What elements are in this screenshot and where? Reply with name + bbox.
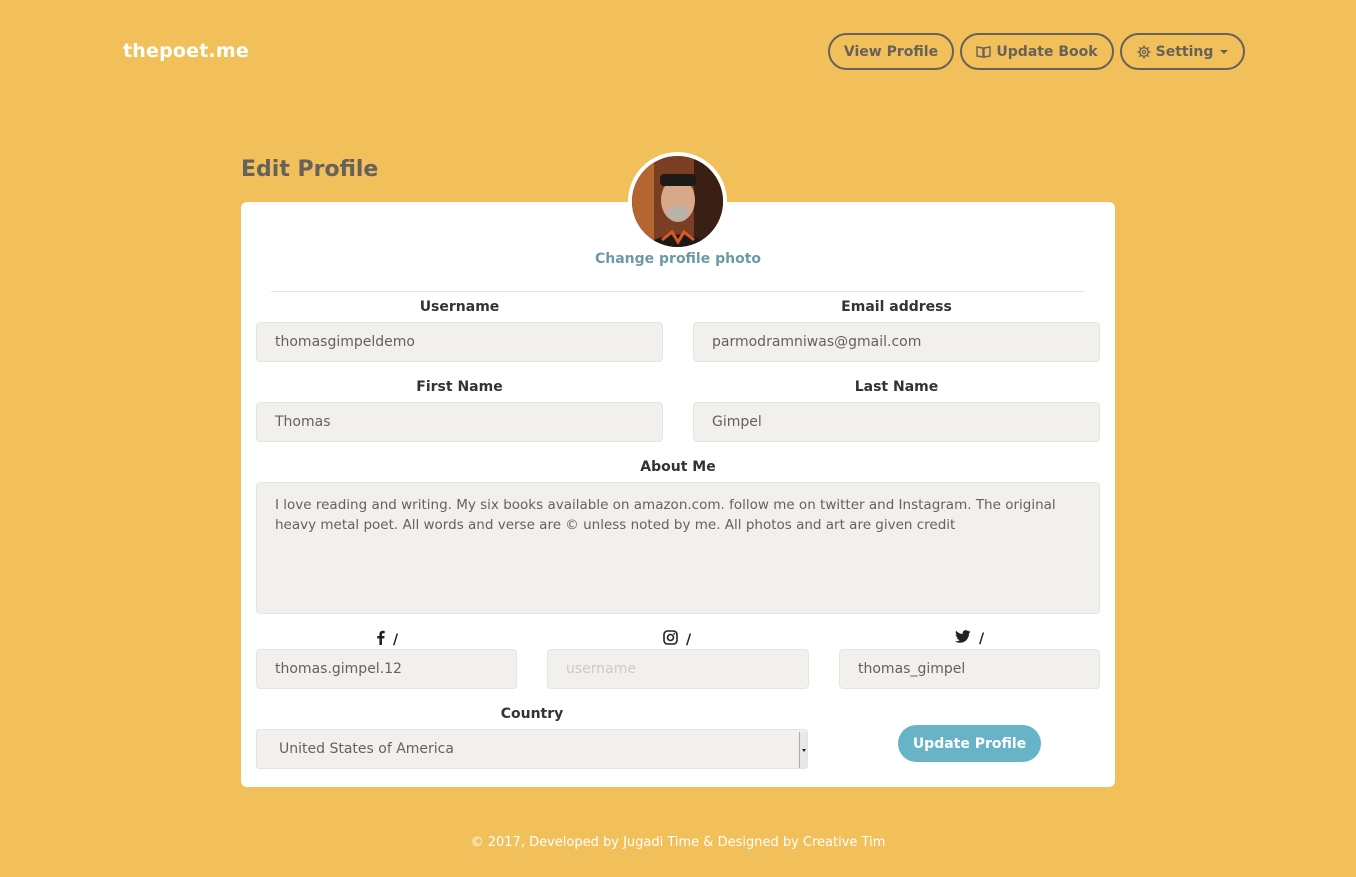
username-input[interactable]: thomasgimpeldemo <box>256 322 663 362</box>
email-input[interactable]: parmodramniwas@gmail.com <box>693 322 1100 362</box>
change-photo-link[interactable]: Change profile photo <box>241 251 1115 267</box>
book-icon <box>976 45 992 58</box>
last-name-input[interactable]: Gimpel <box>693 402 1100 442</box>
twitter-icon <box>955 630 971 647</box>
facebook-separator: / <box>393 631 399 648</box>
gear-icon <box>1137 45 1151 59</box>
facebook-icon <box>376 630 385 649</box>
update-profile-button[interactable]: Update Profile <box>898 725 1041 762</box>
first-name-label: First Name <box>416 379 503 395</box>
update-book-button[interactable]: Update Book <box>960 33 1114 70</box>
view-profile-button[interactable]: View Profile <box>828 33 954 70</box>
username-label: Username <box>419 299 500 315</box>
country-select[interactable]: United States of America <box>256 729 808 769</box>
view-profile-label: View Profile <box>843 43 939 60</box>
update-book-label: Update Book <box>996 43 1098 60</box>
country-label: Country <box>500 706 564 722</box>
about-me-textarea[interactable]: I love reading and writing. My six books… <box>256 482 1100 614</box>
instagram-separator: / <box>686 631 692 648</box>
divider <box>271 291 1085 292</box>
twitter-label: / <box>955 630 984 647</box>
footer-credits: © 2017, Developed by Jugadi Time & Desig… <box>470 835 886 850</box>
navbar: thepoet.me View Profile Update Book Sett… <box>0 0 1356 110</box>
profile-photo <box>632 156 723 247</box>
setting-dropdown-button[interactable]: Setting <box>1120 33 1245 70</box>
twitter-input[interactable]: thomas_gimpel <box>839 649 1100 689</box>
first-name-input[interactable]: Thomas <box>256 402 663 442</box>
instagram-label: / <box>663 630 691 649</box>
instagram-icon <box>663 630 678 649</box>
about-me-label: About Me <box>640 459 716 475</box>
brand-logo[interactable]: thepoet.me <box>123 40 249 62</box>
instagram-input[interactable]: username <box>547 649 809 689</box>
setting-label: Setting <box>1155 43 1214 60</box>
facebook-label: / <box>376 630 398 649</box>
avatar[interactable] <box>628 152 727 251</box>
chevron-down-icon <box>1220 49 1229 54</box>
last-name-label: Last Name <box>854 379 939 395</box>
page-title: Edit Profile <box>241 157 379 182</box>
country-selected-value: United States of America <box>279 741 454 757</box>
twitter-separator: / <box>979 630 985 647</box>
facebook-input[interactable]: thomas.gimpel.12 <box>256 649 517 689</box>
email-label: Email address <box>841 299 952 315</box>
select-arrow-icon[interactable] <box>799 732 807 768</box>
